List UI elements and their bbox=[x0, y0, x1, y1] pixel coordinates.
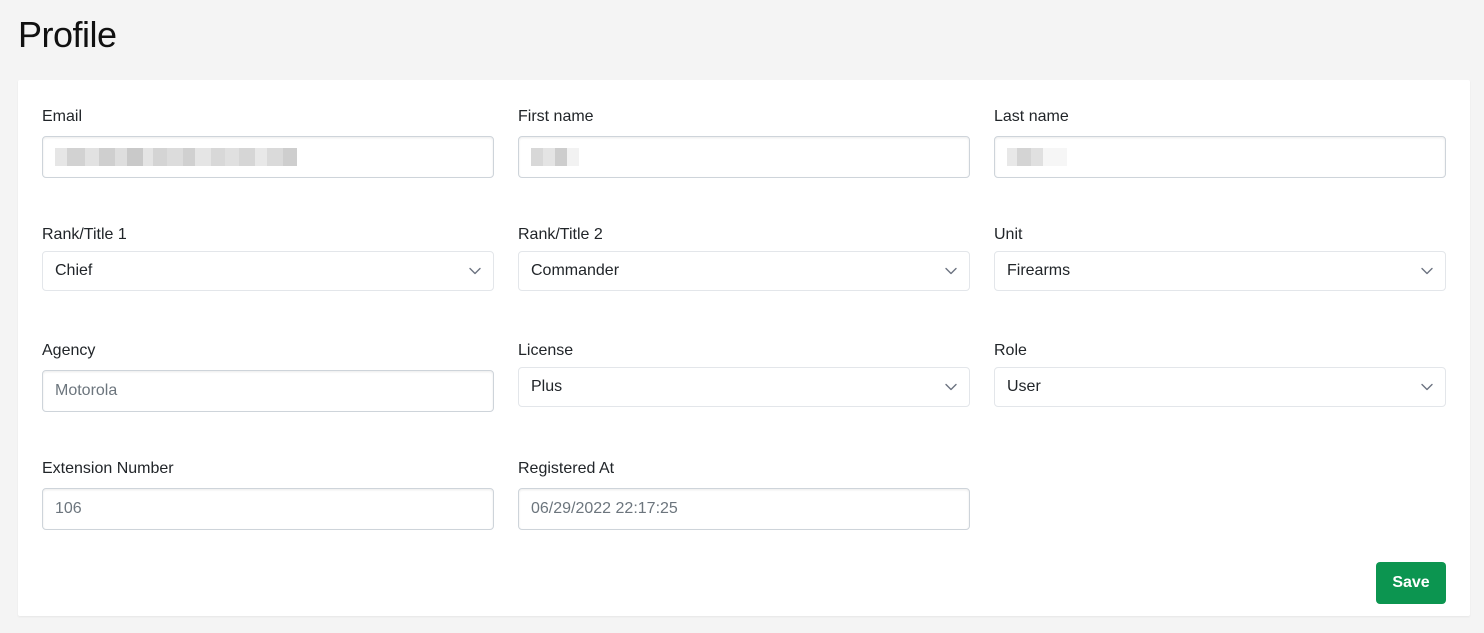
redacted-email-value bbox=[55, 148, 297, 166]
unit-field-group: Unit Firearms bbox=[994, 224, 1446, 291]
license-select[interactable]: Plus bbox=[518, 367, 970, 407]
rank-title-1-select[interactable]: Chief bbox=[42, 251, 494, 291]
first-name-field-group: First name bbox=[518, 106, 970, 178]
chevron-down-icon bbox=[469, 265, 481, 277]
profile-form-card: Email First name Last name Rank/Title 1 … bbox=[18, 80, 1470, 616]
save-button[interactable]: Save bbox=[1376, 562, 1446, 604]
email-label: Email bbox=[42, 108, 83, 125]
role-label: Role bbox=[994, 342, 1027, 359]
extension-number-field-group: Extension Number 106 bbox=[42, 458, 494, 530]
rank-title-1-label: Rank/Title 1 bbox=[42, 226, 127, 243]
chevron-down-icon bbox=[945, 381, 957, 393]
rank-title-1-selected-value: Chief bbox=[55, 262, 93, 279]
registered-at-label: Registered At bbox=[518, 460, 615, 477]
agency-value: Motorola bbox=[55, 382, 118, 399]
rank-title-1-field-group: Rank/Title 1 Chief bbox=[42, 224, 494, 291]
rank-title-2-select[interactable]: Commander bbox=[518, 251, 970, 291]
role-field-group: Role User bbox=[994, 340, 1446, 407]
registered-at-value: 06/29/2022 22:17:25 bbox=[531, 500, 678, 517]
chevron-down-icon bbox=[945, 265, 957, 277]
redacted-first-name-value bbox=[531, 148, 579, 166]
rank-title-2-field-group: Rank/Title 2 Commander bbox=[518, 224, 970, 291]
last-name-field-group: Last name bbox=[994, 106, 1446, 178]
license-selected-value: Plus bbox=[531, 378, 563, 395]
role-selected-value: User bbox=[1007, 378, 1041, 395]
redacted-last-name-value bbox=[1007, 148, 1067, 166]
unit-selected-value: Firearms bbox=[1007, 262, 1071, 279]
agency-label: Agency bbox=[42, 342, 96, 359]
last-name-input[interactable] bbox=[994, 136, 1446, 178]
extension-number-value: 106 bbox=[55, 500, 82, 517]
first-name-label: First name bbox=[518, 108, 594, 125]
first-name-input[interactable] bbox=[518, 136, 970, 178]
license-label: License bbox=[518, 342, 574, 359]
unit-select[interactable]: Firearms bbox=[994, 251, 1446, 291]
rank-title-2-label: Rank/Title 2 bbox=[518, 226, 603, 243]
page-title: Profile bbox=[18, 14, 117, 55]
agency-input[interactable]: Motorola bbox=[42, 370, 494, 412]
registered-at-input[interactable]: 06/29/2022 22:17:25 bbox=[518, 488, 970, 530]
license-field-group: License Plus bbox=[518, 340, 970, 407]
extension-number-input[interactable]: 106 bbox=[42, 488, 494, 530]
agency-field-group: Agency Motorola bbox=[42, 340, 494, 412]
extension-number-label: Extension Number bbox=[42, 460, 174, 477]
email-field-group: Email bbox=[42, 106, 494, 178]
email-input[interactable] bbox=[42, 136, 494, 178]
chevron-down-icon bbox=[1421, 381, 1433, 393]
registered-at-field-group: Registered At 06/29/2022 22:17:25 bbox=[518, 458, 970, 530]
unit-label: Unit bbox=[994, 226, 1023, 243]
role-select[interactable]: User bbox=[994, 367, 1446, 407]
chevron-down-icon bbox=[1421, 265, 1433, 277]
rank-title-2-selected-value: Commander bbox=[531, 262, 620, 279]
last-name-label: Last name bbox=[994, 108, 1069, 125]
